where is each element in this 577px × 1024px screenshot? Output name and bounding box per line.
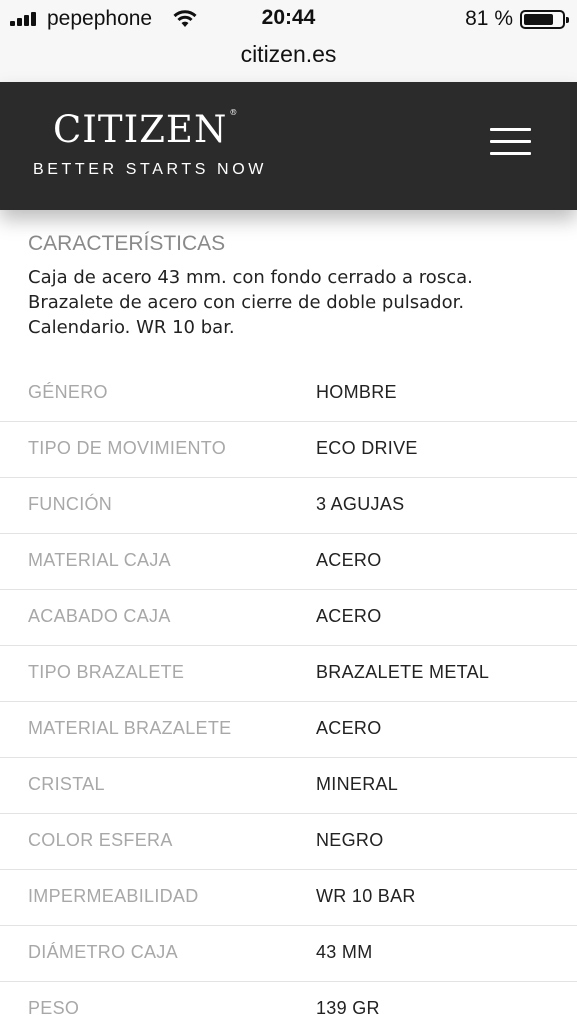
hamburger-menu-icon[interactable] — [490, 128, 532, 156]
spec-label: FUNCIÓN — [28, 494, 113, 514]
spec-label: COLOR ESFERA — [28, 830, 173, 850]
spec-row-genero: GÉNERO HOMBRE — [0, 366, 577, 422]
spec-row-material-caja: MATERIAL CAJA ACERO — [0, 534, 577, 590]
spec-row-diametro-caja: DIÁMETRO CAJA 43 MM — [0, 926, 577, 982]
spec-row-acabado-caja: ACABADO CAJA ACERO — [0, 590, 577, 646]
spec-value: WR 10 BAR — [316, 886, 416, 906]
spec-value: ACERO — [316, 550, 382, 570]
battery-percentage: 81 % — [465, 7, 513, 30]
spec-value: ACERO — [316, 606, 382, 626]
spec-label: PESO — [28, 998, 80, 1018]
spec-row-material-brazalete: MATERIAL BRAZALETE ACERO — [0, 702, 577, 758]
status-bar: pepephone 20:44 81 % — [0, 0, 577, 38]
spec-row-color-esfera: COLOR ESFERA NEGRO — [0, 814, 577, 870]
description-line: Caja de acero 43 mm. con fondo cerrado a… — [28, 267, 473, 288]
spec-label: TIPO DE MOVIMIENTO — [28, 438, 227, 458]
address-bar[interactable]: citizen.es — [0, 38, 577, 82]
spec-row-impermeabilidad: IMPERMEABILIDAD WR 10 BAR — [0, 870, 577, 926]
spec-value: MINERAL — [316, 774, 399, 794]
spec-label: GÉNERO — [28, 382, 108, 402]
url-text[interactable]: citizen.es — [241, 41, 337, 67]
spec-label: MATERIAL CAJA — [28, 550, 171, 570]
spec-row-tipo-movimiento: TIPO DE MOVIMIENTO ECO DRIVE — [0, 422, 577, 478]
spec-label: CRISTAL — [28, 774, 105, 794]
description-line: Brazalete de acero con cierre de doble p… — [28, 292, 465, 313]
spec-row-cristal: CRISTAL MINERAL — [0, 758, 577, 814]
spec-value: NEGRO — [316, 830, 384, 850]
spec-row-funcion: FUNCIÓN 3 AGUJAS — [0, 478, 577, 534]
description-line: Calendario. WR 10 bar. — [28, 317, 235, 338]
spec-label: TIPO BRAZALETE — [28, 662, 185, 682]
spec-label: IMPERMEABILIDAD — [28, 886, 199, 906]
product-description: Caja de acero 43 mm. con fondo cerrado a… — [28, 265, 548, 340]
spec-value: 139 GR — [316, 998, 380, 1018]
logo-text[interactable]: CITIZEN — [53, 108, 227, 151]
spec-value: 3 AGUJAS — [316, 494, 405, 514]
spec-label: MATERIAL BRAZALETE — [28, 718, 232, 738]
citizen-logo[interactable]: CITIZEN ® — [53, 108, 238, 151]
spec-value: 43 MM — [316, 942, 373, 962]
spec-value: HOMBRE — [316, 382, 397, 402]
spec-value: BRAZALETE METAL — [316, 662, 490, 682]
spec-row-peso: PESO 139 GR — [0, 982, 577, 1024]
spec-label: DIÁMETRO CAJA — [28, 942, 178, 962]
section-title: CARACTERÍSTICAS — [28, 232, 226, 255]
spec-label: ACABADO CAJA — [28, 606, 171, 626]
spec-value: ECO DRIVE — [316, 438, 418, 458]
spec-value: ACERO — [316, 718, 382, 738]
specs-table: GÉNERO HOMBRE TIPO DE MOVIMIENTO ECO DRI… — [0, 366, 577, 1024]
brand-tagline: BETTER STARTS NOW — [33, 161, 267, 178]
battery-icon — [520, 10, 569, 29]
registered-mark: ® — [229, 108, 239, 117]
spec-row-tipo-brazalete: TIPO BRAZALETE BRAZALETE METAL — [0, 646, 577, 702]
